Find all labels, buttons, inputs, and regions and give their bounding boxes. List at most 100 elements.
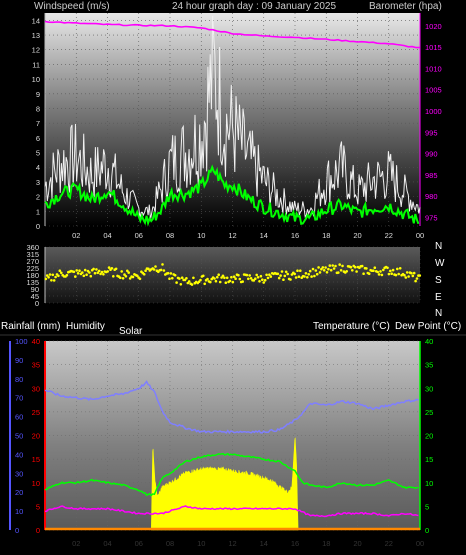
wind-tick-label: 3 xyxy=(36,178,40,187)
rain-tick-label: 30 xyxy=(32,384,40,393)
direction-point xyxy=(161,263,164,266)
direction-point xyxy=(159,268,163,272)
temperature-tick-label: 0 xyxy=(425,526,429,535)
direction-point xyxy=(173,274,177,277)
direction-point xyxy=(51,273,55,277)
direction-point xyxy=(376,270,380,274)
rain-tick-label: 20 xyxy=(32,432,40,441)
compass-label: E xyxy=(435,292,442,303)
direction-point xyxy=(353,265,357,269)
direction-point xyxy=(387,272,391,276)
direction-point xyxy=(317,266,320,269)
direction-point xyxy=(78,269,81,273)
direction-point xyxy=(241,280,244,283)
humidity-label: Humidity xyxy=(66,321,105,332)
wind-tick-label: 0 xyxy=(36,222,40,231)
direction-point xyxy=(362,272,365,276)
time-tick-label: 02 xyxy=(72,539,80,548)
direction-point xyxy=(216,275,219,279)
pressure-tick-label: 1015 xyxy=(425,43,442,52)
direction-point xyxy=(329,268,333,272)
direction-point xyxy=(248,274,251,277)
direction-point xyxy=(315,272,319,276)
pressure-tick-label: 995 xyxy=(425,128,438,137)
direction-point xyxy=(214,279,218,283)
direction-point xyxy=(119,276,122,280)
direction-point xyxy=(224,281,228,285)
time-tick-label: 14 xyxy=(260,231,268,240)
direction-point xyxy=(89,274,93,278)
direction-point xyxy=(276,272,280,276)
direction-point xyxy=(83,268,87,272)
direction-point xyxy=(203,282,206,286)
direction-point xyxy=(339,269,343,272)
direction-point xyxy=(390,272,394,276)
time-tick-label: 22 xyxy=(385,539,393,548)
direction-point xyxy=(238,277,242,281)
temperature-tick-label: 30 xyxy=(425,384,433,393)
humidity-tick-label: 50 xyxy=(15,432,23,441)
direction-point xyxy=(230,275,233,279)
direction-point xyxy=(303,275,306,278)
direction-point xyxy=(296,269,299,273)
wind-tick-label: 4 xyxy=(36,163,40,172)
direction-point xyxy=(397,272,401,276)
direction-point xyxy=(48,273,52,276)
direction-point xyxy=(334,264,337,268)
humidity-tick-label: 10 xyxy=(15,507,23,516)
direction-point xyxy=(152,268,156,271)
weather-graph: Windspeed (m/s) 24 hour graph day : 09 J… xyxy=(0,1,466,548)
direction-point xyxy=(282,278,285,282)
humidity-tick-label: 20 xyxy=(15,488,23,497)
rain-tick-label: 25 xyxy=(32,408,40,417)
direction-point xyxy=(58,269,62,273)
direction-point xyxy=(373,266,377,270)
temperature-tick-label: 20 xyxy=(425,432,433,441)
pressure-tick-label: 1000 xyxy=(425,107,442,116)
compass-label: S xyxy=(435,275,442,286)
direction-point xyxy=(307,273,311,276)
time-tick-label: 04 xyxy=(103,539,111,548)
direction-point xyxy=(391,268,395,272)
direction-point xyxy=(162,269,166,272)
direction-point xyxy=(261,278,264,282)
wind-tick-label: 7 xyxy=(36,119,40,128)
direction-point xyxy=(247,277,250,281)
temperature-tick-label: 35 xyxy=(425,361,433,370)
wind-tick-label: 6 xyxy=(36,134,40,143)
pressure-tick-label: 975 xyxy=(425,213,438,222)
direction-point xyxy=(411,274,415,278)
direction-point xyxy=(180,276,184,280)
direction-point xyxy=(245,273,249,277)
direction-point xyxy=(349,265,353,269)
direction-point xyxy=(168,277,171,281)
direction-point xyxy=(379,270,382,273)
time-tick-label: 08 xyxy=(166,231,174,240)
direction-point xyxy=(403,273,406,277)
pressure-tick-label: 985 xyxy=(425,171,438,180)
direction-point xyxy=(407,275,410,278)
direction-point xyxy=(327,267,330,271)
direction-point xyxy=(360,264,364,268)
direction-point xyxy=(82,274,86,278)
direction-point xyxy=(331,264,335,267)
direction-point xyxy=(185,277,188,280)
direction-point xyxy=(269,275,273,278)
direction-point xyxy=(308,269,312,273)
direction-point xyxy=(328,264,332,267)
rain-tick-label: 35 xyxy=(32,361,40,370)
wind-tick-label: 2 xyxy=(36,193,40,202)
time-tick-label: 14 xyxy=(260,539,268,548)
direction-point xyxy=(318,271,322,274)
direction-point xyxy=(324,266,327,269)
direction-point xyxy=(47,276,50,279)
direction-point xyxy=(280,270,284,273)
pressure-tick-label: 1005 xyxy=(425,86,442,95)
time-tick-label: 18 xyxy=(322,231,330,240)
time-tick-label: 16 xyxy=(291,231,299,240)
rain-tick-label: 15 xyxy=(32,455,40,464)
temperature-label: Temperature (°C) xyxy=(313,321,390,332)
direction-point xyxy=(97,269,101,273)
direction-point xyxy=(74,275,77,278)
rain-tick-label: 5 xyxy=(36,502,40,511)
